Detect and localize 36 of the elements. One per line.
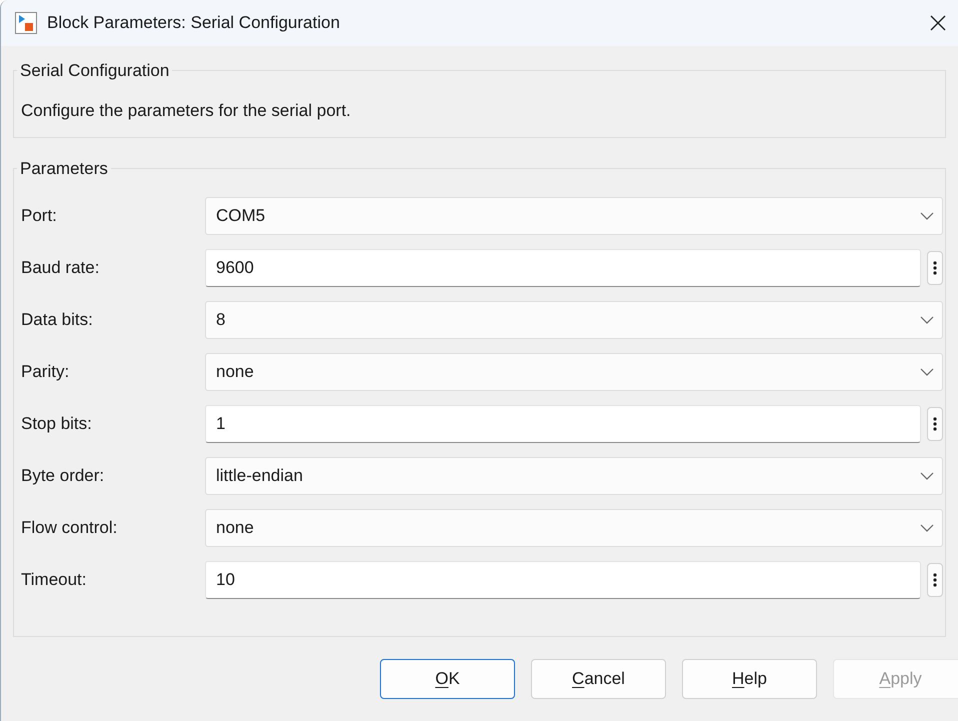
window-title: Block Parameters: Serial Configuration xyxy=(47,12,341,34)
field-label: Data bits: xyxy=(21,308,94,331)
dropdown[interactable]: none xyxy=(205,352,943,390)
dropdown[interactable]: none xyxy=(205,508,943,546)
more-options-button[interactable] xyxy=(927,250,943,284)
field-label: Byte order: xyxy=(21,464,106,487)
field-label: Parity: xyxy=(21,360,70,383)
vertical-dots-icon xyxy=(933,260,937,276)
vertical-dots-icon xyxy=(933,572,937,588)
dropdown[interactable]: 8 xyxy=(205,300,943,338)
field-label: Flow control: xyxy=(21,516,118,539)
group-title: Serial Configuration xyxy=(19,60,170,82)
chevron-down-icon xyxy=(920,316,934,324)
field-label: Baud rate: xyxy=(21,256,100,279)
block-icon xyxy=(15,12,37,34)
group-title: Parameters xyxy=(19,158,109,180)
dropdown[interactable]: COM5 xyxy=(205,196,943,234)
description-text: Configure the parameters for the serial port. xyxy=(21,100,352,122)
dialog-button[interactable]: Cancel xyxy=(531,658,666,698)
close-icon[interactable] xyxy=(930,15,946,31)
dialog-button[interactable]: Help xyxy=(682,658,817,698)
chevron-down-icon xyxy=(920,524,934,532)
dialog-button[interactable]: OK xyxy=(380,658,515,698)
input-field[interactable]: 9600 xyxy=(205,248,921,286)
field-label: Port: xyxy=(21,204,58,227)
chevron-down-icon xyxy=(920,368,934,376)
more-options-button[interactable] xyxy=(927,406,943,440)
dropdown[interactable]: little-endian xyxy=(205,456,943,494)
field-label: Stop bits: xyxy=(21,412,93,435)
vertical-dots-icon xyxy=(933,416,937,432)
field-label: Timeout: xyxy=(21,568,88,591)
chevron-down-icon xyxy=(920,212,934,220)
input-field[interactable]: 10 xyxy=(205,560,921,598)
chevron-down-icon xyxy=(920,472,934,480)
more-options-button[interactable] xyxy=(927,562,943,596)
input-field[interactable]: 1 xyxy=(205,404,921,442)
